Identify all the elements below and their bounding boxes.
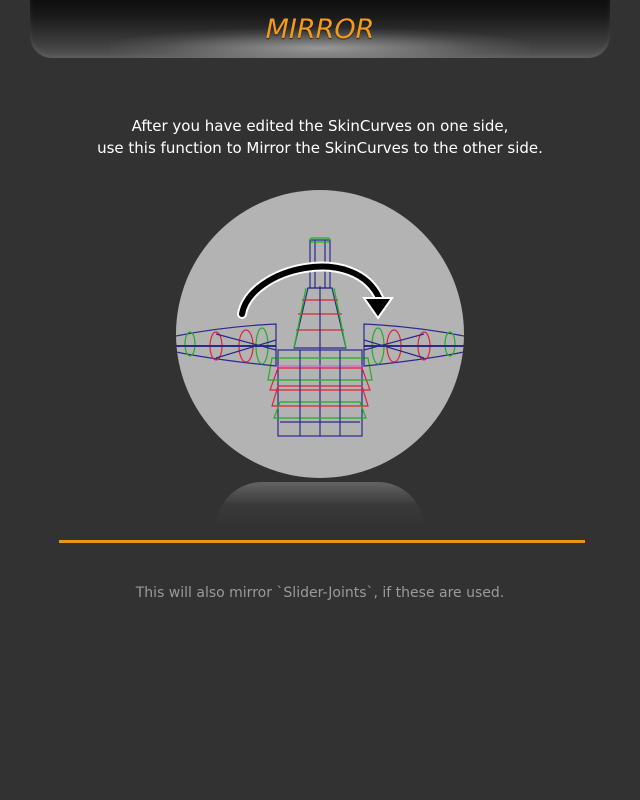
mirror-page: MIRROR After you have edited the SkinCur… <box>0 0 640 800</box>
divider <box>59 540 585 543</box>
intro-line-1: After you have edited the SkinCurves on … <box>131 117 509 135</box>
footnote-text: This will also mirror `Slider-Joints`, i… <box>135 585 505 601</box>
illustration-reflection <box>216 482 424 528</box>
right-arm-wireframe <box>363 323 464 367</box>
header-bar: MIRROR <box>30 0 610 58</box>
intro-text: After you have edited the SkinCurves on … <box>0 115 640 159</box>
mirror-illustration-svg <box>176 237 464 437</box>
intro-line-2: use this function to Mirror the SkinCurv… <box>97 139 543 157</box>
page-title: MIRROR <box>265 14 375 45</box>
mirror-skincurves-icon <box>176 190 464 478</box>
shoulder-wireframe <box>293 286 347 436</box>
mirror-arrow-icon <box>237 261 394 320</box>
left-arm-wireframe <box>176 323 277 367</box>
